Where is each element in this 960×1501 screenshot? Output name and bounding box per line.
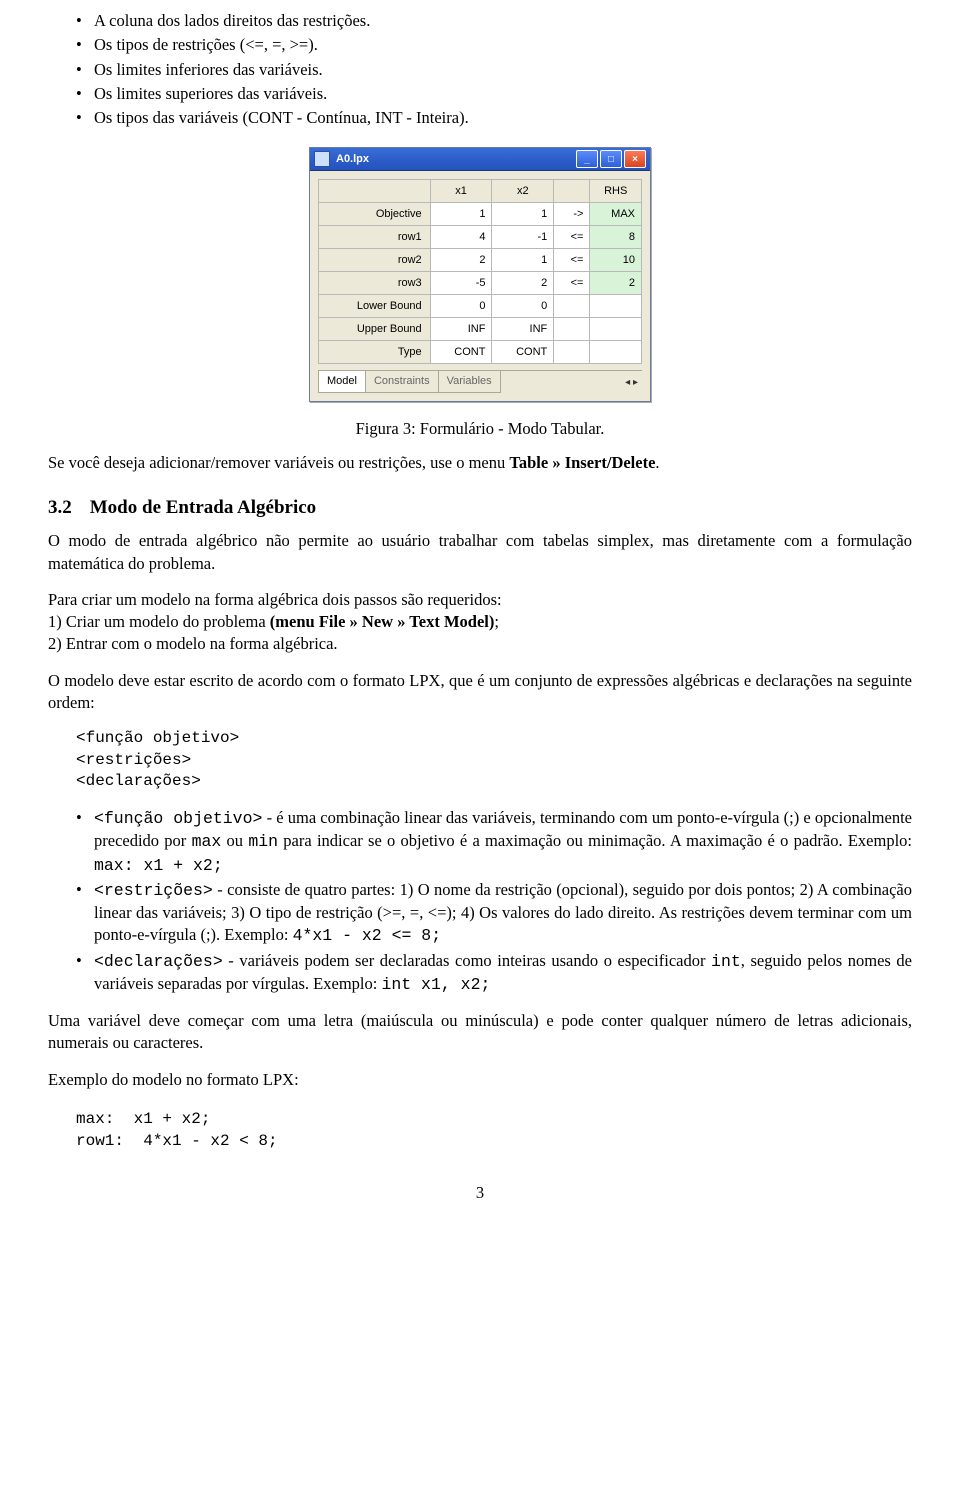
- cell-rhs[interactable]: MAX: [590, 203, 642, 226]
- window-title: A0.lpx: [336, 152, 576, 167]
- cell[interactable]: 4: [430, 226, 492, 249]
- row-label: Upper Bound: [319, 318, 431, 341]
- row-label: row1: [319, 226, 431, 249]
- table-row: row3 -5 2 <= 2: [319, 272, 642, 295]
- cell[interactable]: <=: [554, 226, 590, 249]
- table-row: Upper Bound INF INF: [319, 318, 642, 341]
- cell[interactable]: 2: [492, 272, 554, 295]
- maximize-button[interactable]: □: [600, 150, 622, 168]
- tag-declaracoes: <declarações>: [94, 952, 223, 971]
- titlebar: A0.lpx _ □ ×: [310, 148, 650, 171]
- tab-nav-arrows-icon[interactable]: ◂ ▸: [621, 376, 642, 390]
- paragraph-var-rules: Uma variável deve começar com uma letra …: [48, 1010, 912, 1055]
- cell[interactable]: 0: [430, 295, 492, 318]
- tag-funcao-objetivo: <função objetivo>: [94, 809, 262, 828]
- cell[interactable]: <=: [554, 272, 590, 295]
- figure-screenshot: A0.lpx _ □ × x1 x2 RHS Objective 1 1: [48, 147, 912, 402]
- cell[interactable]: ->: [554, 203, 590, 226]
- paragraph-steps: Para criar um modelo na forma algébrica …: [48, 589, 912, 656]
- list-item: Os limites inferiores das variáveis.: [94, 59, 912, 81]
- row-label: Type: [319, 341, 431, 364]
- section-heading: 3.2 Modo de Entrada Algébrico: [48, 495, 912, 521]
- cell[interactable]: [554, 295, 590, 318]
- cell[interactable]: 1: [430, 203, 492, 226]
- cell-rhs[interactable]: 10: [590, 249, 642, 272]
- figure-caption: Figura 3: Formulário - Modo Tabular.: [48, 418, 912, 440]
- cell[interactable]: 1: [492, 249, 554, 272]
- cell[interactable]: [590, 295, 642, 318]
- cell[interactable]: 0: [492, 295, 554, 318]
- definition-list: <função objetivo> - é uma combinação lin…: [48, 807, 912, 996]
- table-header-row: x1 x2 RHS: [319, 180, 642, 203]
- table-row: row2 2 1 <= 10: [319, 249, 642, 272]
- tab-model[interactable]: Model: [318, 371, 366, 393]
- cell[interactable]: [554, 341, 590, 364]
- col-x2: x2: [492, 180, 554, 203]
- row-label: row3: [319, 272, 431, 295]
- list-item: Os tipos das variáveis (CONT - Contínua,…: [94, 107, 912, 129]
- cell[interactable]: INF: [492, 318, 554, 341]
- cell-rhs[interactable]: 2: [590, 272, 642, 295]
- list-item: <declarações> - variáveis podem ser decl…: [94, 950, 912, 997]
- app-icon: [314, 151, 330, 167]
- cell[interactable]: -1: [492, 226, 554, 249]
- row-label: row2: [319, 249, 431, 272]
- tag-restricoes: <restrições>: [94, 881, 213, 900]
- section-title: Modo de Entrada Algébrico: [90, 497, 316, 518]
- cell[interactable]: -5: [430, 272, 492, 295]
- paragraph-insert-delete: Se você deseja adicionar/remover variáve…: [48, 452, 912, 474]
- list-item: A coluna dos lados direitos das restriçõ…: [94, 10, 912, 32]
- app-window: A0.lpx _ □ × x1 x2 RHS Objective 1 1: [309, 147, 651, 402]
- minimize-button[interactable]: _: [576, 150, 598, 168]
- table-row: row1 4 -1 <= 8: [319, 226, 642, 249]
- tab-constraints[interactable]: Constraints: [365, 371, 439, 393]
- cell[interactable]: [554, 318, 590, 341]
- list-item: Os limites superiores das variáveis.: [94, 83, 912, 105]
- paragraph-example-lead: Exemplo do modelo no formato LPX:: [48, 1069, 912, 1091]
- paragraph-intro: O modo de entrada algébrico não permite …: [48, 530, 912, 575]
- col-blank: [319, 180, 431, 203]
- paragraph-format: O modelo deve estar escrito de acordo co…: [48, 670, 912, 715]
- menu-path: Table » Insert/Delete: [509, 453, 655, 472]
- cell[interactable]: <=: [554, 249, 590, 272]
- model-grid: x1 x2 RHS Objective 1 1 -> MAX row1 4 -1…: [318, 179, 642, 364]
- table-row: Lower Bound 0 0: [319, 295, 642, 318]
- col-rhs: RHS: [590, 180, 642, 203]
- col-rel: [554, 180, 590, 203]
- row-label: Lower Bound: [319, 295, 431, 318]
- row-label: Objective: [319, 203, 431, 226]
- table-row: Objective 1 1 -> MAX: [319, 203, 642, 226]
- cell-rhs[interactable]: 8: [590, 226, 642, 249]
- table-row: Type CONT CONT: [319, 341, 642, 364]
- close-button[interactable]: ×: [624, 150, 646, 168]
- section-number: 3.2: [48, 497, 72, 518]
- cell[interactable]: [590, 341, 642, 364]
- cell[interactable]: CONT: [430, 341, 492, 364]
- cell[interactable]: [590, 318, 642, 341]
- code-block-example: max: x1 + x2; row1: 4*x1 - x2 < 8;: [76, 1109, 912, 1152]
- list-item: <função objetivo> - é uma combinação lin…: [94, 807, 912, 877]
- tabstrip: Model Constraints Variables ◂ ▸: [318, 370, 642, 393]
- menu-path: (menu File » New » Text Model): [270, 612, 495, 631]
- code-block-structure: <função objetivo> <restrições> <declaraç…: [76, 728, 912, 793]
- top-bullet-list: A coluna dos lados direitos das restriçõ…: [48, 10, 912, 129]
- cell[interactable]: INF: [430, 318, 492, 341]
- cell[interactable]: 2: [430, 249, 492, 272]
- cell[interactable]: 1: [492, 203, 554, 226]
- list-item: Os tipos de restrições (<=, =, >=).: [94, 34, 912, 56]
- col-x1: x1: [430, 180, 492, 203]
- tab-variables[interactable]: Variables: [438, 371, 501, 393]
- cell[interactable]: CONT: [492, 341, 554, 364]
- list-item: <restrições> - consiste de quatro partes…: [94, 879, 912, 948]
- page-number: 3: [48, 1182, 912, 1204]
